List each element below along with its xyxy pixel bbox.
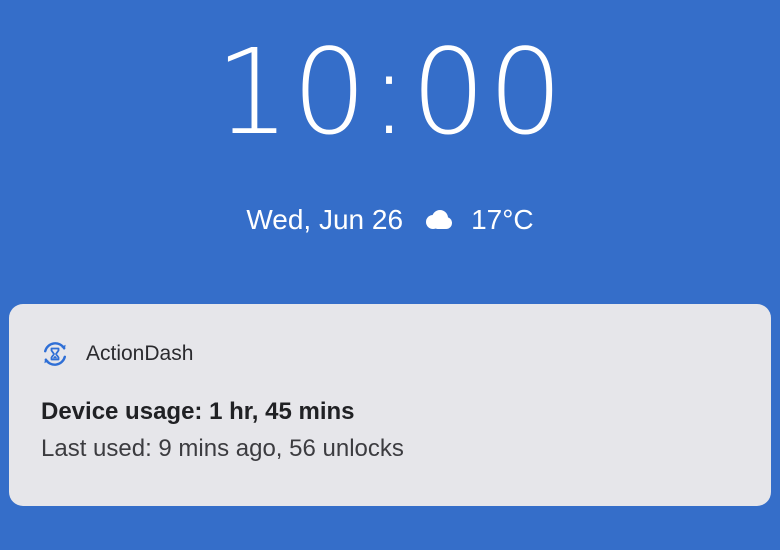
date-weather-row: Wed, Jun 26 17°C — [0, 198, 780, 242]
actiondash-icon — [40, 339, 70, 369]
notification-text: Last used: 9 mins ago, 56 unlocks — [41, 435, 404, 462]
temperature-text: 17°C — [471, 204, 534, 235]
date-text: Wed, Jun 26 — [246, 204, 404, 235]
notification-title: Device usage: 1 hr, 45 mins — [41, 398, 355, 425]
notification-header: ActionDash — [40, 339, 193, 369]
cloud-icon — [423, 210, 453, 230]
clock-time: 10:00 — [214, 23, 566, 161]
notification-card[interactable]: ActionDash Device usage: 1 hr, 45 mins L… — [9, 304, 771, 506]
app-name: ActionDash — [86, 342, 194, 365]
